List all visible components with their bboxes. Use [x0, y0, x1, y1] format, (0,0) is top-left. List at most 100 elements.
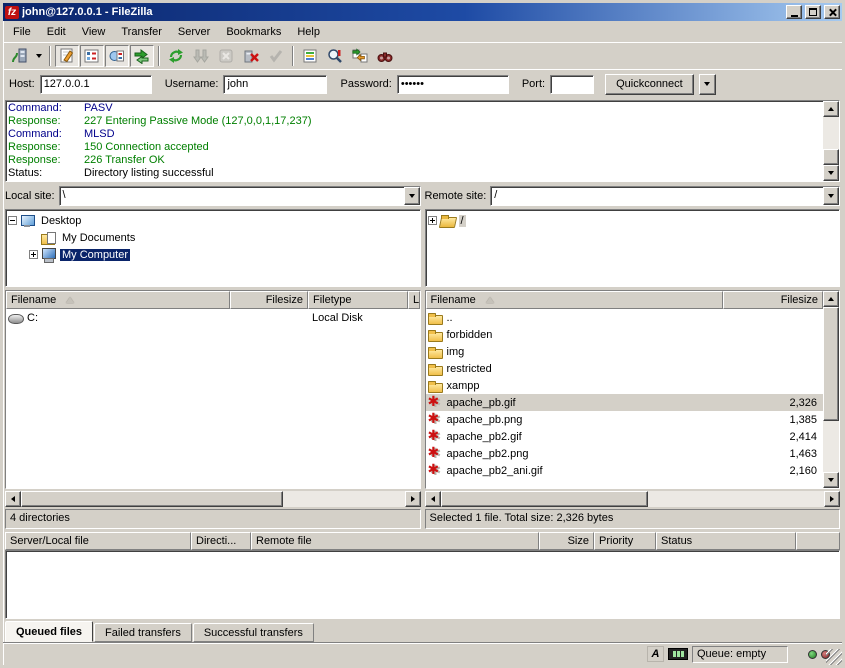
filter-button[interactable] [298, 45, 322, 67]
titlebar[interactable]: fz john@127.0.0.1 - FileZilla [3, 3, 842, 21]
tab-successful-transfers[interactable]: Successful transfers [193, 623, 314, 642]
site-manager-button[interactable] [7, 45, 31, 67]
expand-icon[interactable] [29, 250, 38, 259]
remote-file-row[interactable]: xampp [426, 377, 824, 394]
tab-failed-transfers[interactable]: Failed transfers [94, 623, 192, 642]
queue-body[interactable] [5, 550, 840, 619]
tree-item-root[interactable]: / [428, 212, 840, 229]
toggle-message-log-button[interactable] [55, 45, 79, 67]
refresh-button[interactable] [164, 45, 188, 67]
local-site-combobox[interactable]: \ [59, 186, 421, 206]
column-header-priority[interactable]: Priority [594, 532, 656, 550]
synchronized-browsing-button[interactable] [348, 45, 372, 67]
password-input[interactable] [397, 75, 509, 94]
scroll-right-button[interactable] [824, 491, 840, 507]
log-scrollbar[interactable] [823, 101, 839, 181]
reconnect-button[interactable] [264, 45, 288, 67]
menu-server[interactable]: Server [170, 24, 218, 40]
host-input[interactable] [40, 75, 152, 94]
remote-tree-icon [109, 48, 125, 64]
scroll-up-button[interactable] [823, 291, 839, 307]
process-queue-button[interactable] [189, 45, 213, 67]
column-header-filesize[interactable]: Filesize [230, 291, 308, 309]
transfer-type-ascii-icon[interactable] [647, 646, 664, 662]
scroll-track[interactable] [648, 491, 824, 507]
scroll-track[interactable] [823, 117, 839, 149]
toggle-local-tree-button[interactable] [80, 45, 104, 67]
collapse-icon[interactable] [8, 216, 17, 225]
toggle-remote-tree-button[interactable] [105, 45, 129, 67]
remote-file-row[interactable]: forbidden [426, 326, 824, 343]
compare-button[interactable] [323, 45, 347, 67]
scroll-thumb[interactable] [823, 149, 839, 165]
remote-file-row[interactable]: apache_pb2.gif2,414 [426, 428, 824, 445]
scroll-left-button[interactable] [425, 491, 441, 507]
local-list-body[interactable]: C: Local Disk [6, 309, 420, 488]
remote-hscrollbar[interactable] [425, 491, 841, 507]
tree-item-my-computer[interactable]: My Computer [8, 246, 420, 263]
menu-help[interactable]: Help [289, 24, 328, 40]
scroll-right-button[interactable] [405, 491, 421, 507]
remote-list-body[interactable]: .. forbidden img restricted xampp apache… [426, 309, 824, 488]
quickconnect-button[interactable]: Quickconnect [605, 74, 694, 95]
column-header-lastmodified[interactable]: L [408, 291, 420, 309]
remote-site-dropdown-button[interactable] [823, 187, 839, 205]
minimize-button[interactable] [786, 5, 802, 19]
column-header-filename[interactable]: Filename [426, 291, 724, 309]
scroll-thumb[interactable] [21, 491, 283, 507]
remote-file-row[interactable]: .. [426, 309, 824, 326]
find-button[interactable] [373, 45, 397, 67]
menu-file[interactable]: File [5, 24, 39, 40]
site-manager-dropdown-button[interactable] [32, 45, 45, 67]
column-header-filesize[interactable]: Filesize [723, 291, 823, 309]
scroll-thumb[interactable] [823, 307, 839, 421]
column-header-filetype[interactable]: Filetype [308, 291, 408, 309]
local-tree[interactable]: Desktop My Documents My Computer [5, 209, 421, 287]
scroll-left-button[interactable] [5, 491, 21, 507]
remote-file-row[interactable]: restricted [426, 360, 824, 377]
menu-edit[interactable]: Edit [39, 24, 74, 40]
toggle-transfer-queue-button[interactable] [130, 45, 154, 67]
remote-file-row[interactable]: apache_pb2_ani.gif2,160 [426, 462, 824, 479]
cancel-button[interactable] [214, 45, 238, 67]
remote-file-row[interactable]: apache_pb2.png1,463 [426, 445, 824, 462]
column-header-remote-file[interactable]: Remote file [251, 532, 539, 550]
username-input[interactable] [223, 75, 327, 94]
scroll-up-button[interactable] [823, 101, 839, 117]
tree-item-my-documents[interactable]: My Documents [8, 229, 420, 246]
close-button[interactable] [824, 5, 840, 19]
message-log-body[interactable]: Command:PASV Response:227 Entering Passi… [6, 101, 823, 181]
column-header-server-local-file[interactable]: Server/Local file [5, 532, 191, 550]
remote-file-row[interactable]: apache_pb.png1,385 [426, 411, 824, 428]
remote-vscrollbar[interactable] [823, 291, 839, 488]
column-header-filename[interactable]: Filename [6, 291, 230, 309]
scroll-track[interactable] [823, 421, 839, 472]
scroll-thumb[interactable] [441, 491, 649, 507]
local-tree-icon [84, 48, 100, 64]
local-hscrollbar[interactable] [5, 491, 421, 507]
remote-site-combobox[interactable]: / [490, 186, 840, 206]
scroll-track[interactable] [283, 491, 405, 507]
scroll-down-button[interactable] [823, 472, 839, 488]
column-header-status[interactable]: Status [656, 532, 796, 550]
port-input[interactable] [550, 75, 594, 94]
quickconnect-dropdown-button[interactable] [699, 74, 716, 95]
scroll-down-button[interactable] [823, 165, 839, 181]
speed-limits-icon[interactable] [668, 648, 688, 660]
remote-file-row-selected[interactable]: apache_pb.gif2,326 [426, 394, 824, 411]
tab-queued-files[interactable]: Queued files [5, 621, 93, 642]
menu-view[interactable]: View [74, 24, 114, 40]
maximize-button[interactable] [805, 5, 821, 19]
resize-grip[interactable] [826, 649, 842, 665]
column-header-size[interactable]: Size [539, 532, 594, 550]
disconnect-button[interactable] [239, 45, 263, 67]
menu-bookmarks[interactable]: Bookmarks [218, 24, 289, 40]
expand-icon[interactable] [428, 216, 437, 225]
menu-transfer[interactable]: Transfer [113, 24, 170, 40]
tree-item-desktop[interactable]: Desktop [8, 212, 420, 229]
local-file-row[interactable]: C: Local Disk [6, 309, 420, 326]
column-header-direction[interactable]: Directi... [191, 532, 251, 550]
remote-file-row[interactable]: img [426, 343, 824, 360]
remote-tree[interactable]: / [425, 209, 841, 287]
local-site-dropdown-button[interactable] [404, 187, 420, 205]
